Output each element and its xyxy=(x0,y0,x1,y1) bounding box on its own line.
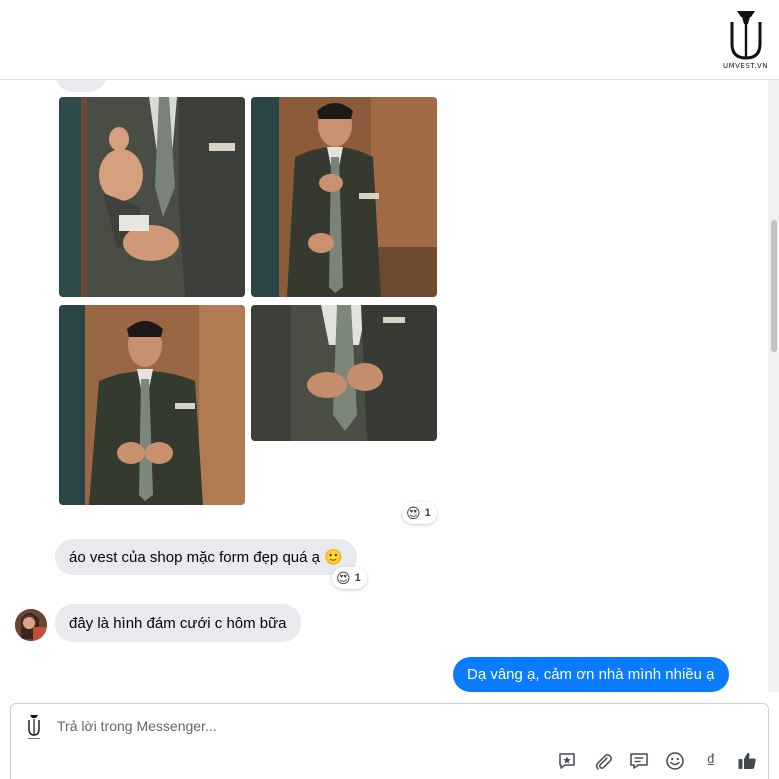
sticker-star-icon[interactable] xyxy=(556,750,578,772)
currency-dong-icon[interactable]: ₫ xyxy=(700,750,722,772)
customer-avatar-image xyxy=(15,609,47,641)
heart-eyes-icon: 😍 xyxy=(336,570,351,586)
thumbs-up-icon[interactable] xyxy=(736,750,758,772)
man-buttoning-jacket-photo xyxy=(59,305,245,505)
heart-eyes-icon: 😍 xyxy=(406,505,421,521)
emoji-icon[interactable] xyxy=(664,750,686,772)
man-closeup-jacket-photo xyxy=(251,305,437,441)
paperclip-icon[interactable] xyxy=(592,750,614,772)
message-text: áo vest của shop mặc form đẹp quá ạ 🙂 xyxy=(69,549,343,566)
incoming-message-1[interactable]: áo vest của shop mặc form đẹp quá ạ 🙂 xyxy=(55,539,357,575)
previous-message-bubble xyxy=(55,80,107,92)
message-thread[interactable]: 😍 1 áo vest của shop mặc form đẹp quá ạ … xyxy=(0,80,768,692)
chat-header: UMVEST.VN xyxy=(0,0,779,80)
reaction-count: 1 xyxy=(424,507,431,519)
man-adjusting-cufflink-photo xyxy=(59,97,245,297)
message-1-reaction-badge[interactable]: 😍 1 xyxy=(332,567,367,589)
photo-reaction-badge[interactable]: 😍 1 xyxy=(402,502,437,524)
saved-reply-icon[interactable] xyxy=(628,750,650,772)
thread-photo-1[interactable] xyxy=(59,97,245,297)
logo-caption: UMVEST.VN xyxy=(722,62,768,70)
thread-photo-2[interactable] xyxy=(251,97,437,297)
reaction-count: 1 xyxy=(354,572,361,584)
customer-avatar[interactable] xyxy=(15,609,47,641)
page-avatar-icon xyxy=(28,715,40,739)
reply-input[interactable] xyxy=(57,716,657,736)
outgoing-message-1[interactable]: Dạ vâng ạ, cảm ơn nhà mình nhiều ạ xyxy=(453,657,729,692)
incoming-message-2[interactable]: đây là hình đám cưới c hôm bữa xyxy=(55,604,301,642)
man-adjusting-sleeve-photo xyxy=(251,97,437,297)
scrollbar-thumb[interactable] xyxy=(771,220,777,352)
thread-scrollbar[interactable] xyxy=(768,80,779,692)
composer-toolbar: ₫ xyxy=(556,750,758,772)
currency-dong-label: ₫ xyxy=(706,750,716,771)
thread-photo-3[interactable] xyxy=(59,305,245,505)
reply-composer: ₫ xyxy=(10,703,769,779)
thread-photo-4[interactable] xyxy=(251,305,437,441)
message-text: Dạ vâng ạ, cảm ơn nhà mình nhiều ạ xyxy=(467,666,715,683)
message-text: đây là hình đám cưới c hôm bữa xyxy=(69,614,287,632)
